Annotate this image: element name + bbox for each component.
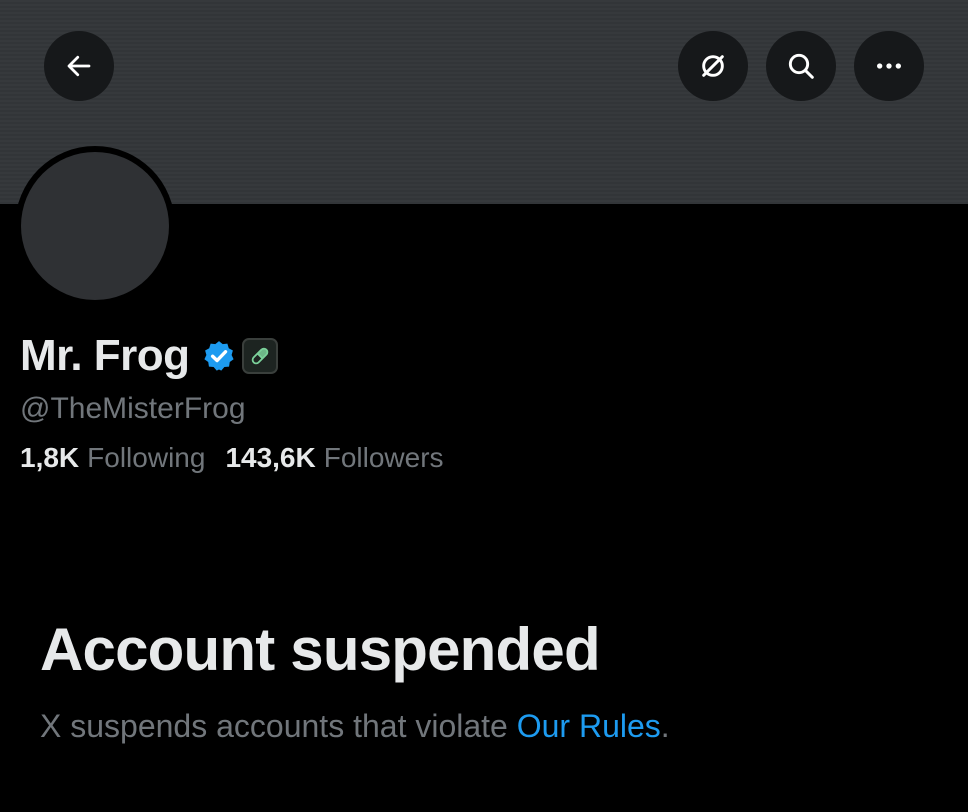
our-rules-link[interactable]: Our Rules [517, 708, 661, 744]
avatar-placeholder [21, 152, 169, 300]
suspension-message: X suspends accounts that violate Our Rul… [40, 708, 670, 745]
profile-name-row: Mr. Frog [20, 330, 278, 382]
pill-badge[interactable] [241, 338, 278, 374]
more-button[interactable] [854, 31, 924, 101]
arrow-left-icon [67, 55, 91, 77]
following-stat[interactable]: 1,8K Following [20, 442, 205, 474]
profile-handle: @TheMisterFrog [20, 392, 246, 425]
back-button[interactable] [44, 31, 114, 101]
verified-badge-icon[interactable] [202, 339, 236, 373]
following-label: Following [87, 442, 206, 473]
search-button[interactable] [766, 31, 836, 101]
search-icon [788, 53, 814, 79]
more-dots-icon [877, 63, 901, 69]
suspension-title: Account suspended [40, 616, 601, 683]
display-name: Mr. Frog [20, 331, 190, 380]
suspension-message-text: X suspends accounts that violate [40, 708, 517, 744]
grok-button[interactable] [678, 31, 748, 101]
profile-stats: 1,8K Following 143,6K Followers [20, 442, 444, 474]
followers-count: 143,6K [225, 442, 316, 473]
suspension-message-period: . [660, 708, 670, 744]
pill-icon [251, 347, 268, 365]
followers-stat[interactable]: 143,6K Followers [225, 442, 443, 474]
grok-slash-circle-icon [702, 55, 724, 77]
followers-label: Followers [323, 442, 444, 473]
following-count: 1,8K [20, 442, 80, 473]
avatar[interactable] [15, 146, 175, 306]
